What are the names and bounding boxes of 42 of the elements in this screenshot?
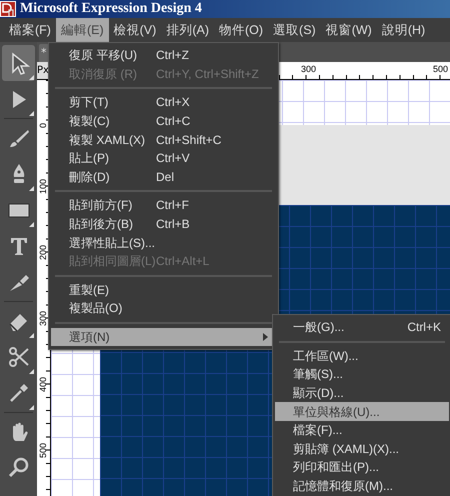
menu-item[interactable]: 貼上(P) Ctrl+V: [51, 148, 276, 168]
scissors-icon: [6, 345, 30, 369]
ruler-label: 200: [38, 244, 48, 260]
menu-item[interactable]: 貼到前方(F) Ctrl+F: [51, 196, 276, 215]
menu-item[interactable]: 剪下(T) Ctrl+X: [51, 93, 276, 112]
menu-item[interactable]: 複製 XAML(X) Ctrl+Shift+C: [51, 130, 276, 149]
menu-item[interactable]: 檔案(F)...: [275, 420, 449, 440]
menu-item[interactable]: 複製(C) Ctrl+C: [51, 112, 276, 130]
zoom-icon: [6, 456, 30, 480]
menu-item[interactable]: 一般(G)... Ctrl+K: [275, 318, 449, 337]
menu-item[interactable]: 選擇性貼上(S)...: [51, 233, 276, 252]
menu-item[interactable]: 說明(H): [376, 18, 430, 42]
pointer-tool[interactable]: [2, 45, 35, 81]
menu-item[interactable]: 排列(A): [161, 18, 214, 42]
submenu-arrow-icon: [263, 333, 268, 342]
menu-item[interactable]: 記憶體和復原(M)...: [275, 476, 449, 496]
menu-item[interactable]: 選取(S): [268, 18, 321, 42]
ruler-label: 400: [38, 376, 48, 392]
window-title: Microsoft Expression Design 4: [20, 0, 202, 18]
menu-item[interactable]: 視窗(W): [320, 18, 377, 42]
menu-item[interactable]: 複製品(O): [51, 299, 276, 318]
menu-item[interactable]: 刪除(D) Del: [51, 168, 276, 186]
ruler-label: 500: [433, 64, 448, 74]
ruler-label: 300: [38, 310, 48, 326]
menu-item[interactable]: 重製(E): [51, 280, 276, 300]
ruler-label: 0: [38, 122, 48, 128]
ruler-label: 500: [38, 442, 48, 458]
menu-item[interactable]: 顯示(D)...: [275, 384, 449, 402]
menu-item[interactable]: 筆觸(S)...: [275, 365, 449, 384]
menu-item[interactable]: 檢視(V): [108, 18, 162, 42]
menu-item[interactable]: 列印和匯出(P)...: [275, 458, 449, 477]
menu-item[interactable]: 編輯(E): [56, 18, 109, 42]
ruler-label: 100: [38, 178, 48, 194]
menu-item[interactable]: 檔案(F): [4, 18, 56, 42]
menu-item[interactable]: 復原 平移(U) Ctrl+Z: [51, 46, 276, 65]
menu-item[interactable]: 貼到後方(B) Ctrl+B: [51, 214, 276, 234]
menu-item[interactable]: 物件(O): [214, 18, 268, 42]
menu-item[interactable]: 剪貼簿 (XAML)(X)...: [275, 440, 449, 458]
menu-item[interactable]: 工作區(W)...: [275, 346, 449, 366]
ruler-label: 300: [301, 64, 316, 74]
app-icon: [0, 1, 16, 17]
menu-item[interactable]: 單位與格線(U)...: [275, 402, 449, 421]
